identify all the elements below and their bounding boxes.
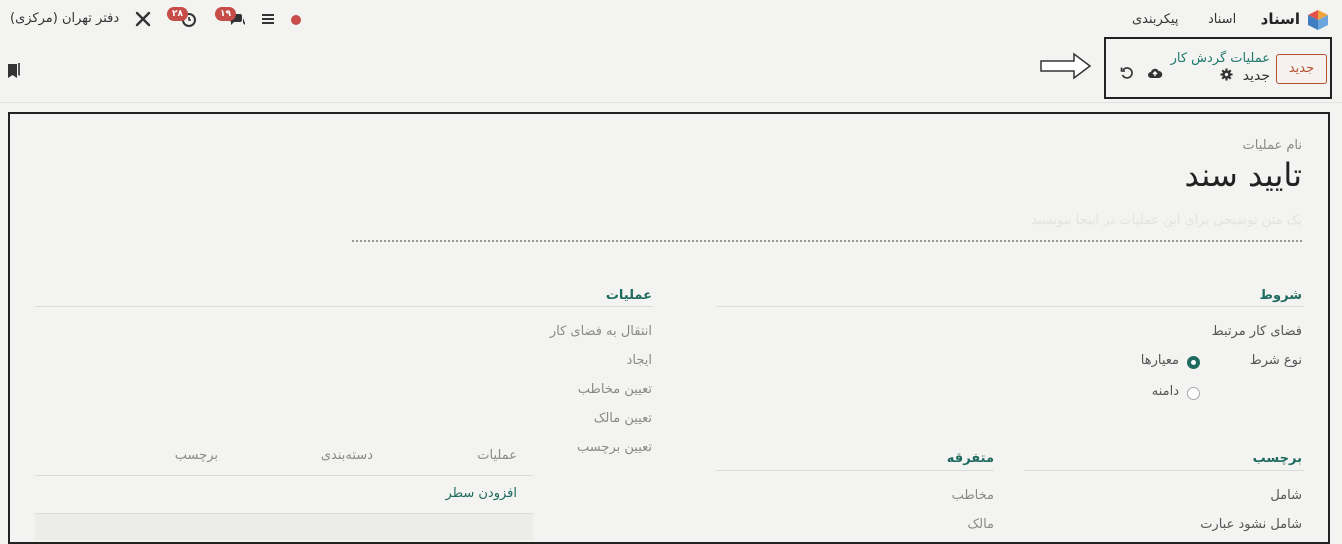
- name-label: نام عملیات: [1242, 138, 1302, 153]
- domain-radio-label[interactable]: دامنه: [1152, 384, 1179, 399]
- breadcrumb-parent-link[interactable]: عملیات گردش کار: [1171, 51, 1270, 66]
- tag-section-divider: [1024, 470, 1304, 471]
- table-header-action[interactable]: عملیات: [477, 448, 517, 463]
- table-header-category[interactable]: دسته‌بندی: [321, 448, 373, 463]
- list-menu-icon[interactable]: [259, 10, 277, 28]
- company-switcher[interactable]: دفتر تهران (مرکزی): [10, 11, 119, 26]
- action-create: ایجاد: [626, 353, 652, 368]
- bookmark-icon[interactable]: [6, 62, 22, 80]
- contains-label: شامل: [1270, 488, 1302, 503]
- new-button[interactable]: جدید: [1276, 54, 1327, 84]
- messages-count-badge: ۱۹: [215, 7, 236, 21]
- actions-section-title: عملیات: [605, 288, 652, 303]
- action-set-contact: تعیین مخاطب: [577, 382, 652, 397]
- name-field[interactable]: تایید سند: [1185, 156, 1302, 194]
- criteria-radio-label[interactable]: معیارها: [1141, 353, 1179, 368]
- condition-type-label: نوع شرط: [1249, 353, 1302, 368]
- related-workspace-label: فضای کار مرتبط: [1211, 324, 1302, 339]
- conditions-divider: [716, 306, 1304, 307]
- conditions-section-title: شروط: [1259, 288, 1302, 303]
- documents-app-logo-icon[interactable]: [1306, 8, 1330, 32]
- app-name[interactable]: اسناد: [1261, 10, 1300, 28]
- action-set-owner: تعیین مالک: [593, 411, 652, 426]
- menu-documents[interactable]: اسناد: [1208, 12, 1236, 27]
- tag-section-title: برچسب: [1252, 451, 1302, 466]
- control-panel-divider: [0, 102, 1342, 103]
- top-navbar: اسناد اسناد پیکربندی دفتر تهران (مرکزی) …: [0, 0, 1342, 40]
- table-header-tag[interactable]: برچسب: [175, 448, 218, 463]
- action-set-tags: تعیین برچسب: [577, 440, 652, 455]
- add-line-link[interactable]: افزودن سطر: [446, 486, 517, 501]
- action-move-to-workspace: انتقال به فضای کار: [549, 324, 652, 339]
- misc-section-title: متفرقه: [946, 451, 994, 466]
- form-sheet: [8, 112, 1330, 544]
- gear-icon[interactable]: [1220, 68, 1233, 81]
- status-dot-icon[interactable]: [287, 10, 305, 28]
- activity-count-badge: ۲۸: [167, 7, 188, 21]
- debug-tools-icon[interactable]: [134, 10, 152, 28]
- misc-section-divider: [716, 470, 994, 471]
- actions-divider: [35, 306, 653, 307]
- save-cloud-icon[interactable]: [1147, 66, 1163, 80]
- not-contains-label: شامل نشود عبارت: [1200, 517, 1302, 532]
- table-footer-row: [35, 514, 533, 540]
- pointer-arrow-icon: [1040, 52, 1092, 80]
- description-field[interactable]: یک متن توضیحی برای این عملیات در اینجا ب…: [1031, 213, 1302, 228]
- discard-undo-icon[interactable]: [1120, 66, 1134, 80]
- menu-configuration[interactable]: پیکربندی: [1132, 12, 1178, 27]
- table-header-divider: [35, 475, 533, 476]
- contact-label: مخاطب: [951, 488, 994, 503]
- owner-label: مالک: [967, 517, 994, 532]
- breadcrumb-current: جدید: [1242, 68, 1270, 84]
- criteria-radio[interactable]: [1187, 356, 1200, 369]
- domain-radio[interactable]: [1187, 387, 1200, 400]
- description-underline: [352, 240, 1302, 242]
